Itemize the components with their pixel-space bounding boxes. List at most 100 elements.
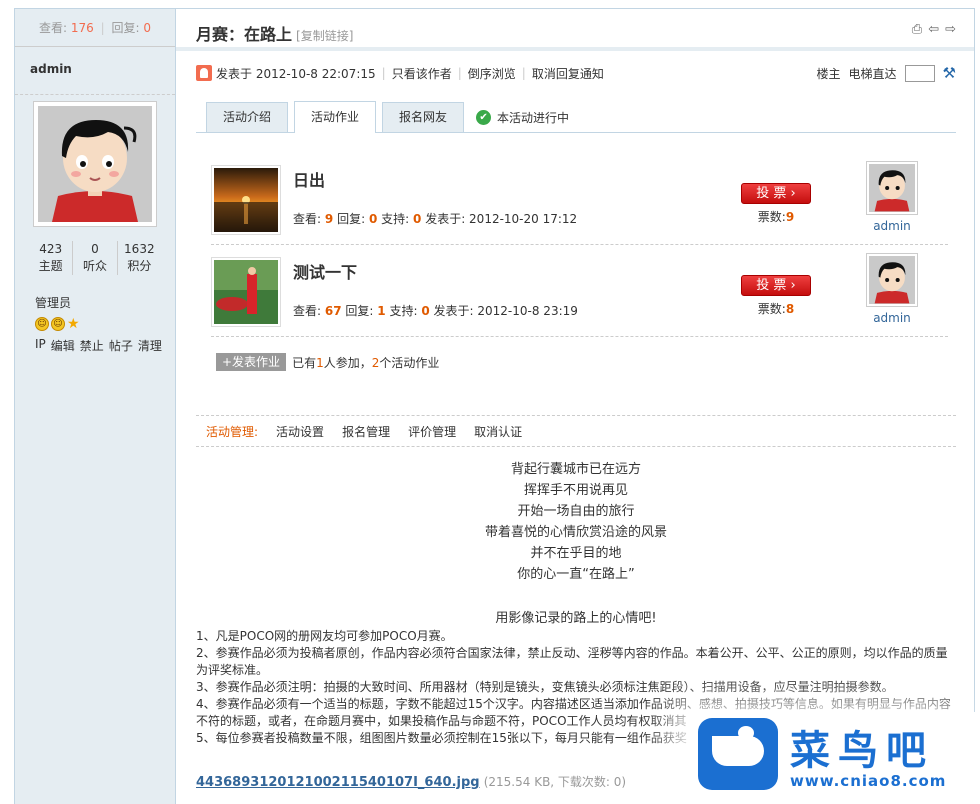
activity-status: ✔ 本活动进行中 bbox=[476, 102, 569, 132]
post-date: 发表于 2012-10-8 22:07:15 bbox=[216, 66, 376, 81]
thread-content: 月赛：在路上 [复制链接] ⎙ ⇦ ⇨ 发表于 2012-10-8 22:07:1… bbox=[176, 9, 974, 804]
stat-points-num[interactable]: 1632 bbox=[124, 242, 155, 256]
star-medal-icon[interactable]: ★ bbox=[67, 317, 80, 331]
ip-link[interactable]: IP bbox=[35, 337, 46, 354]
attachment-link[interactable]: 443689312012100211540107I_640.jpg bbox=[196, 775, 480, 790]
cartoon-avatar-icon bbox=[869, 164, 915, 212]
edit-link[interactable]: 编辑 bbox=[51, 337, 75, 354]
arrow-right-icon: › bbox=[790, 278, 796, 293]
tab-activity-intro[interactable]: 活动介绍 bbox=[206, 102, 289, 132]
author-name[interactable]: admin bbox=[15, 47, 175, 95]
work-author-avatar[interactable] bbox=[866, 253, 918, 307]
activity-settings-link[interactable]: 活动设置 bbox=[276, 423, 324, 440]
stat-topics[interactable]: 423 主题 bbox=[29, 241, 72, 275]
replies-label: 回复: bbox=[345, 304, 374, 318]
votes-label: 票数: bbox=[757, 302, 786, 316]
support-label: 支持: bbox=[389, 304, 418, 318]
only-author-link[interactable]: 只看该作者 bbox=[392, 65, 452, 82]
replies-value: 0 bbox=[368, 212, 378, 226]
user-role[interactable]: 管理员 bbox=[35, 294, 71, 311]
cartoon-avatar-icon bbox=[869, 256, 915, 304]
post-work-button[interactable]: +发表作业 bbox=[216, 353, 287, 371]
stat-topics-num[interactable]: 423 bbox=[39, 242, 62, 256]
smiley-medal-icon[interactable]: ☺ bbox=[51, 317, 65, 331]
poem-line: 你的心一直“在路上” bbox=[517, 567, 635, 582]
meta-separator: | bbox=[381, 66, 386, 80]
meta-separator: | bbox=[521, 66, 526, 80]
site-watermark: 菜鸟吧 www.cniao8.com bbox=[690, 712, 980, 804]
thread-title: 月赛：在路上 [复制链接] bbox=[196, 21, 353, 45]
ban-link[interactable]: 禁止 bbox=[80, 337, 104, 354]
work-author-name[interactable]: admin bbox=[866, 311, 918, 325]
smiley-medal-icon[interactable]: ☺ bbox=[35, 317, 49, 331]
author-stats: 423 主题 0 听众 1632 积分 bbox=[29, 241, 161, 275]
post-work-row: +发表作业 已有1人参加，2个活动作业 bbox=[216, 353, 439, 371]
views-label: 查看: bbox=[293, 212, 322, 226]
support-value: 0 bbox=[421, 304, 430, 318]
summary-text1: 已有 bbox=[292, 355, 317, 370]
watermark-title: 菜鸟吧 bbox=[790, 727, 934, 774]
work-thumbnail[interactable] bbox=[211, 257, 281, 327]
work-thumbnail[interactable] bbox=[211, 165, 281, 235]
vote-button[interactable]: 投 票 › bbox=[741, 275, 811, 296]
work-title[interactable]: 日出 bbox=[293, 167, 325, 191]
prev-thread-icon[interactable]: ⇦ bbox=[928, 22, 939, 37]
vote-count: 票数:9 bbox=[741, 208, 811, 225]
post-meta: 发表于 2012-10-8 22:07:15 | 只看该作者 | 倒序浏览 | … bbox=[196, 63, 956, 83]
work-item: 测试一下 查看: 67 回复: 1 支持: 0 发表于: 2012-10-8 2… bbox=[211, 245, 948, 337]
copy-link[interactable]: [复制链接] bbox=[296, 29, 353, 43]
work-author-avatar[interactable] bbox=[866, 161, 918, 215]
next-thread-icon[interactable]: ⇨ bbox=[945, 22, 956, 37]
work-item: 日出 查看: 9 回复: 0 支持: 0 发表于: 2012-10-20 17:… bbox=[211, 153, 948, 245]
vote-count: 票数:8 bbox=[741, 300, 811, 317]
votes-value: 9 bbox=[785, 210, 795, 224]
views-label: 查看: bbox=[293, 304, 322, 318]
summary-text3: 个活动作业 bbox=[379, 355, 440, 370]
tab-activity-works[interactable]: 活动作业 bbox=[294, 101, 377, 133]
thread-stats: 查看: 176 | 回复: 0 bbox=[15, 9, 175, 47]
poem-line: 带着喜悦的心情欣赏沿途的风景 bbox=[484, 525, 667, 540]
work-stats: 查看: 9 回复: 0 支持: 0 发表于: 2012-10-20 17:12 bbox=[293, 210, 577, 227]
vote-button[interactable]: 投 票 › bbox=[741, 183, 811, 204]
tab-registrants[interactable]: 报名网友 bbox=[382, 102, 465, 132]
stat-listeners-num[interactable]: 0 bbox=[91, 242, 99, 256]
cancel-notify-link[interactable]: 取消回复通知 bbox=[532, 65, 604, 82]
stat-topics-label: 主题 bbox=[38, 259, 63, 273]
arrow-right-icon: › bbox=[790, 186, 796, 201]
thread-title-text: 月赛：在路上 bbox=[196, 25, 293, 44]
views-value: 9 bbox=[324, 212, 334, 226]
work-stats: 查看: 67 回复: 1 支持: 0 发表于: 2012-10-8 23:19 bbox=[293, 302, 578, 319]
cartoon-avatar-icon bbox=[38, 106, 152, 222]
admin-ops: IP 编辑 禁止 帖子 清理 bbox=[35, 337, 162, 354]
participant-count: 1 bbox=[316, 355, 324, 370]
stat-points-label: 积分 bbox=[127, 259, 152, 273]
stat-listeners-label: 听众 bbox=[82, 259, 107, 273]
author-avatar[interactable] bbox=[33, 101, 157, 227]
management-label: 活动管理: bbox=[206, 424, 259, 439]
post-headline: 用影像记录的路上的心情吧! bbox=[495, 611, 657, 626]
replies-count: 0 bbox=[143, 21, 151, 35]
rule-item: 1、凡是POCO网的册网友均可参加POCO月赛。 bbox=[196, 629, 453, 643]
portrait-photo-icon bbox=[214, 260, 278, 324]
stat-listeners[interactable]: 0 听众 bbox=[72, 241, 116, 275]
check-icon: ✔ bbox=[476, 109, 492, 125]
poem-line: 背起行囊城市已在远方 bbox=[510, 462, 641, 477]
meta-separator: | bbox=[457, 66, 462, 80]
rule-item: 3、参赛作品必须注明：拍摄的大致时间、所用器材（特别是镜头，变焦镜头必须标注焦距… bbox=[196, 680, 894, 694]
participation-summary: 已有1人参加，2个活动作业 bbox=[292, 354, 439, 371]
rating-manage-link[interactable]: 评价管理 bbox=[408, 423, 456, 440]
stat-points[interactable]: 1632 积分 bbox=[116, 241, 161, 275]
work-author-name[interactable]: admin bbox=[866, 219, 918, 233]
status-text: 本活动进行中 bbox=[497, 110, 570, 125]
rule-item: 2、参赛作品必须为投稿者原创，作品内容必须符合国家法律，禁止反动、淫秽等内容的作… bbox=[196, 646, 948, 677]
print-icon[interactable]: ⎙ bbox=[912, 22, 922, 37]
cancel-certification-link[interactable]: 取消认证 bbox=[474, 423, 522, 440]
clean-link[interactable]: 清理 bbox=[138, 337, 162, 354]
registration-manage-link[interactable]: 报名管理 bbox=[342, 423, 390, 440]
floor-jump-input[interactable] bbox=[904, 64, 935, 82]
posts-link[interactable]: 帖子 bbox=[109, 337, 133, 354]
reverse-order-link[interactable]: 倒序浏览 bbox=[468, 65, 516, 82]
poem-line: 并不在乎目的地 bbox=[530, 546, 622, 561]
work-title[interactable]: 测试一下 bbox=[293, 259, 357, 283]
go-floor-icon[interactable]: ⚒ bbox=[943, 64, 956, 82]
